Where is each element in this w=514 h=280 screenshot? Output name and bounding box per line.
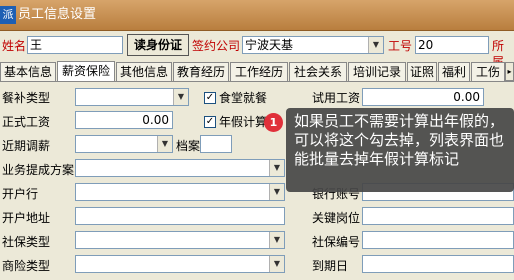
name-label: 姓名	[2, 39, 27, 53]
bank-address-label: 开户地址	[2, 211, 51, 225]
read-id-card-button[interactable]: 读身份证	[127, 34, 189, 56]
chevron-down-icon[interactable]: ▼	[157, 136, 172, 152]
canteen-label: 食堂就餐	[219, 91, 268, 105]
bank-label: 开户行	[2, 187, 39, 201]
recent-raise-label: 近期调薪	[2, 139, 51, 153]
chevron-down-icon[interactable]: ▼	[269, 184, 284, 200]
bank-address-field[interactable]	[75, 207, 285, 225]
app-logo-icon: 派	[0, 6, 16, 24]
annual-leave-label: 年假计算	[219, 115, 268, 129]
chevron-down-icon[interactable]: ▼	[368, 37, 383, 53]
commission-plan-select[interactable]: ▼	[75, 159, 285, 177]
chevron-down-icon[interactable]: ▼	[173, 89, 188, 105]
canteen-checkbox[interactable]: ✓	[204, 92, 216, 104]
help-tooltip: 如果员工不需要计算出年假的，可以将这个勾去掉，列表界面也能批量去掉年假计算标记	[286, 108, 514, 192]
step-badge: 1	[264, 113, 283, 132]
trial-wage-label: 试用工资	[312, 91, 361, 105]
emp-no-label: 工号	[388, 39, 413, 53]
social-type-label: 社保类型	[2, 235, 51, 249]
social-no-label: 社保编号	[312, 235, 361, 249]
chevron-down-icon[interactable]: ▼	[269, 160, 284, 176]
tab-scroll-icon[interactable]: ▸	[505, 62, 514, 81]
recent-raise-select[interactable]: ▼	[75, 135, 173, 153]
chevron-down-icon[interactable]: ▼	[269, 232, 284, 248]
title-bar: 派 员工信息设置	[0, 0, 514, 31]
archive-field[interactable]	[200, 135, 232, 153]
meal-type-label: 餐补类型	[2, 91, 51, 105]
formal-wage-label: 正式工资	[2, 115, 51, 129]
trial-wage-field[interactable]: 0.00	[362, 88, 484, 106]
window-title: 员工信息设置	[18, 7, 97, 22]
tab-other-info[interactable]: 其他信息	[116, 62, 172, 81]
tab-welfare[interactable]: 福利	[438, 62, 470, 81]
commercial-insurance-select[interactable]: ▼	[75, 255, 285, 273]
expiry-field[interactable]	[362, 255, 514, 273]
archive-label: 档案	[176, 139, 201, 153]
commercial-insurance-label: 商险类型	[2, 259, 51, 273]
company-select[interactable]: 宁波天基 ▼	[242, 36, 384, 54]
meal-type-select[interactable]: ▼	[75, 88, 189, 106]
key-post-field[interactable]	[362, 207, 514, 225]
bank-select[interactable]: ▼	[75, 183, 285, 201]
social-type-select[interactable]: ▼	[75, 231, 285, 249]
company-value: 宁波天基	[245, 38, 294, 52]
tab-strip: 基本信息 薪资保险 其他信息 教育经历 工作经历 社会关系 培训记录 证照 福利…	[0, 61, 514, 82]
tab-licenses[interactable]: 证照	[407, 62, 437, 81]
header-row: 姓名 王 读身份证 签约公司 宁波天基 ▼ 工号 20 所属	[0, 31, 514, 69]
tab-training[interactable]: 培训记录	[348, 62, 406, 81]
tab-basic-info[interactable]: 基本信息	[0, 62, 56, 81]
tab-work-history[interactable]: 工作经历	[230, 62, 288, 81]
annual-leave-checkbox[interactable]: ✓	[204, 116, 216, 128]
tab-salary-insurance[interactable]: 薪资保险	[57, 61, 115, 82]
emp-no-field[interactable]: 20	[415, 36, 489, 54]
key-post-label: 关键岗位	[312, 211, 361, 225]
tab-work-injury[interactable]: 工伤	[471, 62, 505, 81]
tab-social-relations[interactable]: 社会关系	[289, 62, 347, 81]
commission-plan-label: 业务提成方案	[2, 163, 75, 177]
expiry-label: 到期日	[312, 259, 349, 273]
social-no-field[interactable]	[362, 231, 514, 249]
company-label: 签约公司	[192, 39, 241, 53]
formal-wage-field[interactable]: 0.00	[75, 111, 173, 129]
name-field[interactable]: 王	[27, 36, 123, 54]
tab-education[interactable]: 教育经历	[173, 62, 229, 81]
chevron-down-icon[interactable]: ▼	[269, 256, 284, 272]
